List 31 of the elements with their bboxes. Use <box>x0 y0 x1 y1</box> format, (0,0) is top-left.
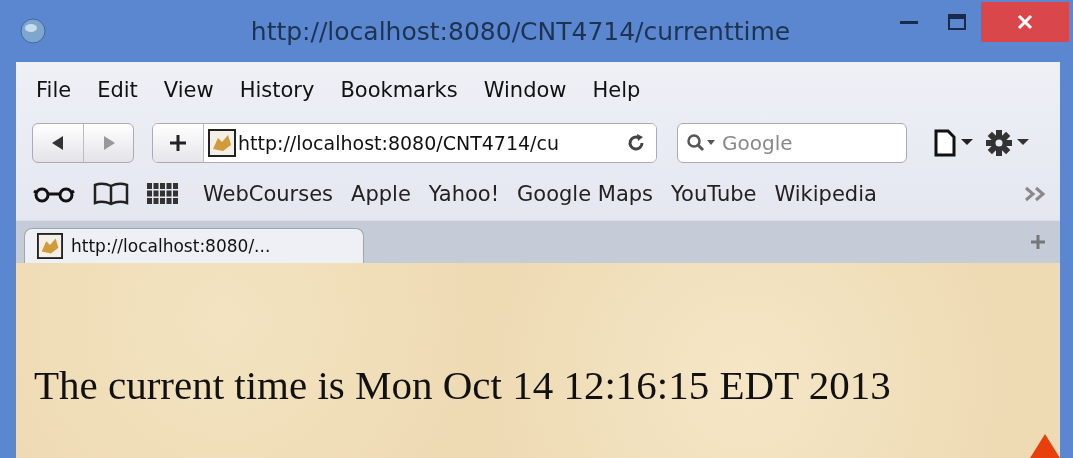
bookmark-link[interactable]: YouTube <box>671 182 757 206</box>
menu-item[interactable]: Help <box>592 78 641 102</box>
globe-icon <box>20 18 46 44</box>
maximize-icon <box>948 14 966 30</box>
new-tab-icon[interactable] <box>1030 234 1046 250</box>
minimize-icon <box>900 19 918 25</box>
menu-item[interactable]: File <box>36 78 72 102</box>
book-icon[interactable] <box>93 182 129 206</box>
search-input[interactable]: Google <box>720 130 884 156</box>
bookmark-link[interactable]: Apple <box>351 182 411 206</box>
menu-item[interactable]: Bookmarks <box>340 78 458 102</box>
bookmark-link[interactable]: Wikipedia <box>774 182 877 206</box>
bookmark-link[interactable]: Yahoo! <box>428 182 500 206</box>
menu-item[interactable]: View <box>163 78 214 102</box>
browser-tab[interactable]: http://localhost:8080/... <box>24 228 364 263</box>
close-icon <box>1016 13 1034 31</box>
chevron-icon[interactable] <box>1024 186 1046 202</box>
menu-item[interactable]: Edit <box>97 78 138 102</box>
back-icon <box>51 135 65 151</box>
bookmark-link[interactable]: Google Maps <box>517 182 654 206</box>
menu-item[interactable]: History <box>239 78 315 102</box>
glasses-icon[interactable] <box>33 185 75 203</box>
search-field[interactable]: Google <box>677 123 907 163</box>
time-text: The current time is Mon Oct 14 12:16:15 EDT 2013 <box>34 361 892 409</box>
window-title: http://localhost:8080/CNT4714/currenttime <box>249 16 792 46</box>
menu-item[interactable]: Window <box>483 78 567 102</box>
grid-icon[interactable] <box>147 183 179 205</box>
search-icon <box>686 133 716 153</box>
triangle-icon <box>1030 434 1060 458</box>
forward-icon <box>101 135 116 151</box>
bookmark-link[interactable]: WebCourses <box>203 182 334 206</box>
